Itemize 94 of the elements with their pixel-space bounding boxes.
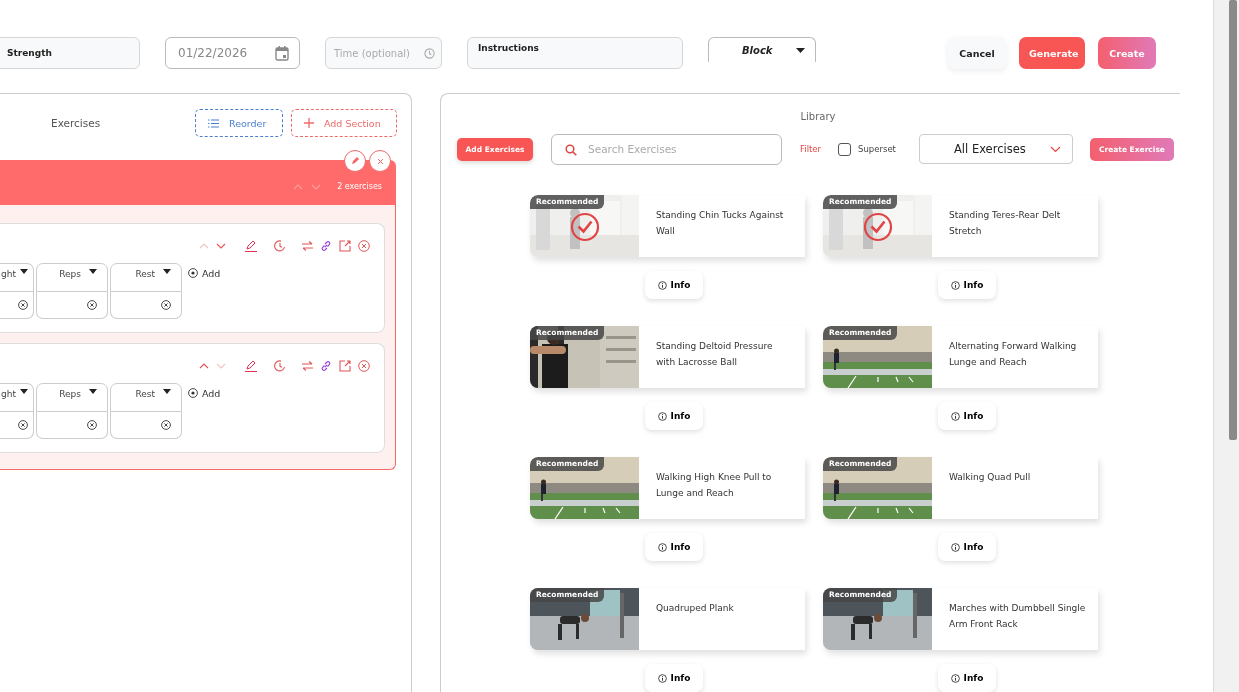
calendar-icon xyxy=(275,45,289,61)
info-icon xyxy=(657,542,667,552)
add-column-button[interactable]: Add xyxy=(188,263,221,283)
info-button[interactable]: Info xyxy=(645,402,703,430)
exercise-name: Standing Teres-Rear Delt Stretch xyxy=(948,209,1062,238)
column-select[interactable]: Reps xyxy=(36,383,108,412)
info-icon xyxy=(657,280,667,290)
info-button[interactable]: Info xyxy=(938,664,996,692)
clear-icon[interactable] xyxy=(18,300,28,310)
swap-icon[interactable] xyxy=(302,241,313,251)
close-section-button[interactable] xyxy=(369,150,391,172)
info-icon xyxy=(950,673,960,683)
caret-icon xyxy=(89,269,97,274)
check-icon xyxy=(570,212,600,242)
value-field[interactable] xyxy=(110,412,182,439)
exercise-name: Standing Chin Tucks Against Wall xyxy=(655,209,785,238)
info-icon xyxy=(950,280,960,290)
caret-icon xyxy=(20,269,28,274)
link-icon[interactable] xyxy=(320,240,332,252)
exercise-name: Walking High Knee Pull to Lunge and Reach xyxy=(655,471,773,500)
header-button[interactable]: Cancel xyxy=(948,37,1006,69)
exercise-name: Marches with Dumbbell Single Arm Front Rack xyxy=(948,602,1087,631)
remove-icon[interactable] xyxy=(358,240,370,252)
exercise-name: Standing Deltoid Pressure with Lacrosse Ball xyxy=(655,340,774,369)
swap-icon[interactable] xyxy=(302,361,313,371)
info-button[interactable]: Info xyxy=(938,271,996,299)
clock-icon[interactable] xyxy=(274,360,286,372)
list-icon xyxy=(208,118,219,128)
check-icon xyxy=(863,212,893,242)
chevron-down-icon[interactable] xyxy=(216,243,226,249)
pencil-icon xyxy=(351,157,359,165)
caret-icon xyxy=(796,47,805,53)
panel-title: Library xyxy=(799,111,837,124)
external-link-icon[interactable] xyxy=(339,360,351,372)
info-button[interactable]: Info xyxy=(645,533,703,561)
value-field[interactable] xyxy=(36,292,108,319)
superset-checkbox[interactable] xyxy=(838,142,852,156)
workout-type-field[interactable]: Strength xyxy=(0,37,140,69)
info-button[interactable]: Info xyxy=(938,533,996,561)
info-button[interactable]: Info xyxy=(645,271,703,299)
info-icon xyxy=(657,673,667,683)
value-field[interactable] xyxy=(0,292,34,319)
column-select[interactable]: Rest xyxy=(110,383,182,412)
add-icon xyxy=(188,388,198,398)
link-icon[interactable] xyxy=(320,360,332,372)
category-select[interactable]: All Exercises xyxy=(918,134,1073,164)
block-select[interactable]: Block xyxy=(708,37,816,62)
info-icon xyxy=(657,411,667,421)
superset-label: Superset xyxy=(858,144,896,154)
exercise-count: 2 exercises xyxy=(337,182,382,191)
info-button[interactable]: Info xyxy=(645,664,703,692)
clear-icon[interactable] xyxy=(161,300,171,310)
column-select[interactable]: ght xyxy=(0,383,34,412)
column-select[interactable]: Rest xyxy=(110,263,182,292)
chevron-down-icon xyxy=(1049,145,1061,153)
info-icon xyxy=(950,411,960,421)
close-icon xyxy=(376,157,384,165)
date-field[interactable]: 01/22/2026 xyxy=(165,37,300,69)
exercise-name: Walking Quad Pull xyxy=(948,471,1032,484)
caret-icon xyxy=(163,269,171,274)
column-select[interactable]: ght xyxy=(0,263,34,292)
chevron-up-icon[interactable] xyxy=(199,363,209,369)
caret-icon xyxy=(20,389,28,394)
clock-icon[interactable] xyxy=(274,240,286,252)
exercise-name: Alternating Forward Walking Lunge and Reach xyxy=(948,340,1078,369)
caret-icon xyxy=(163,389,171,394)
edit-section-button[interactable] xyxy=(344,150,366,172)
search-field[interactable]: Search Exercises xyxy=(551,133,782,165)
pencil-icon[interactable] xyxy=(245,360,258,372)
clear-icon[interactable] xyxy=(87,300,97,310)
time-field[interactable]: Time (optional) xyxy=(325,37,442,69)
column-select[interactable]: Reps xyxy=(36,263,108,292)
pencil-icon[interactable] xyxy=(245,240,258,252)
reorder-button[interactable]: Reorder xyxy=(195,109,283,137)
clear-icon[interactable] xyxy=(87,420,97,430)
panel-title: Exercises xyxy=(51,117,102,129)
filter-label[interactable]: Filter xyxy=(800,144,822,154)
clock-icon xyxy=(424,48,435,59)
value-field[interactable] xyxy=(0,412,34,439)
add-column-button[interactable]: Add xyxy=(188,383,221,403)
exercise-name: Quadruped Plank xyxy=(655,602,735,615)
info-icon xyxy=(950,542,960,552)
value-field[interactable] xyxy=(36,412,108,439)
clear-icon[interactable] xyxy=(161,420,171,430)
remove-icon[interactable] xyxy=(358,360,370,372)
value-field[interactable] xyxy=(110,292,182,319)
clear-icon[interactable] xyxy=(18,420,28,430)
instructions-field[interactable]: Instructions xyxy=(467,37,683,69)
add-icon xyxy=(188,268,198,278)
search-icon xyxy=(565,143,577,156)
external-link-icon[interactable] xyxy=(339,240,351,252)
info-button[interactable]: Info xyxy=(938,402,996,430)
caret-icon xyxy=(89,389,97,394)
plus-icon xyxy=(304,118,314,128)
